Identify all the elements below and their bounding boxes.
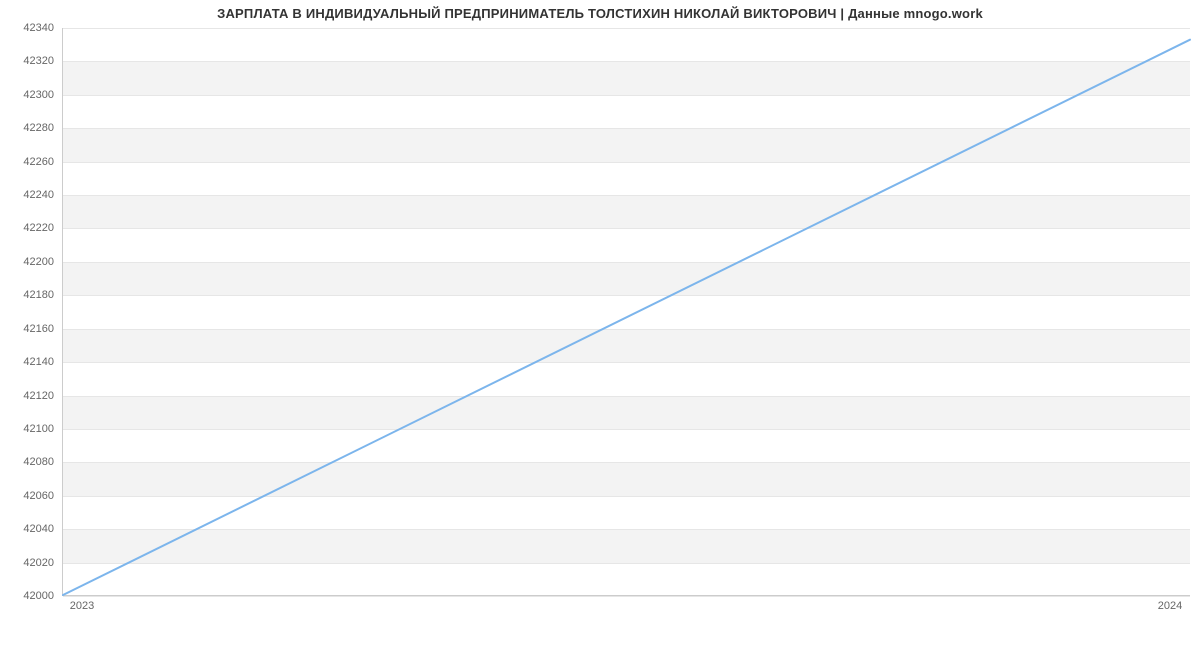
y-tick-label: 42040 [0, 523, 54, 535]
chart-container: ЗАРПЛАТА В ИНДИВИДУАЛЬНЫЙ ПРЕДПРИНИМАТЕЛ… [0, 0, 1200, 650]
x-tick-label: 2024 [1158, 600, 1182, 612]
data-line [63, 40, 1190, 595]
chart-title: ЗАРПЛАТА В ИНДИВИДУАЛЬНЫЙ ПРЕДПРИНИМАТЕЛ… [0, 6, 1200, 21]
y-tick-label: 42200 [0, 256, 54, 268]
y-tick-label: 42020 [0, 557, 54, 569]
y-tick-label: 42300 [0, 89, 54, 101]
y-tick-label: 42000 [0, 590, 54, 602]
y-tick-label: 42100 [0, 423, 54, 435]
line-layer [63, 28, 1190, 595]
y-tick-label: 42160 [0, 323, 54, 335]
y-tick-label: 42140 [0, 356, 54, 368]
y-tick-label: 42340 [0, 22, 54, 34]
y-tick-label: 42240 [0, 189, 54, 201]
y-tick-label: 42060 [0, 490, 54, 502]
y-tick-label: 42320 [0, 55, 54, 67]
y-tick-label: 42080 [0, 456, 54, 468]
y-tick-label: 42280 [0, 122, 54, 134]
y-tick-label: 42260 [0, 156, 54, 168]
gridline [63, 596, 1190, 597]
plot-area [62, 28, 1190, 596]
x-tick-label: 2023 [70, 600, 94, 612]
y-tick-label: 42180 [0, 289, 54, 301]
y-tick-label: 42220 [0, 222, 54, 234]
y-tick-label: 42120 [0, 390, 54, 402]
